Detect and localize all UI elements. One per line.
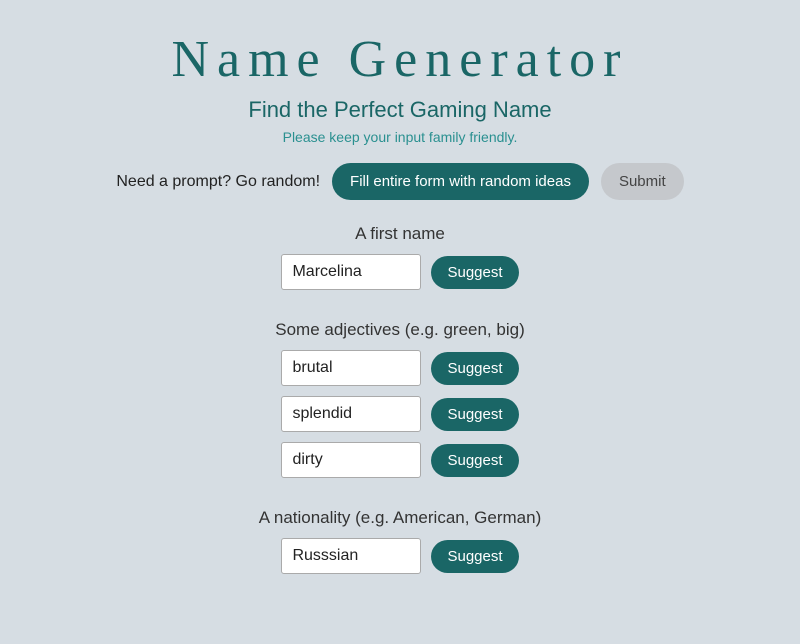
- input-row-1-2: Suggest: [281, 442, 518, 478]
- random-row: Need a prompt? Go random! Fill entire fo…: [116, 163, 683, 200]
- input-field-1-0[interactable]: [281, 350, 421, 386]
- form-sections: A first nameSuggestSome adjectives (e.g.…: [259, 224, 542, 604]
- suggest-button-0-0[interactable]: Suggest: [431, 256, 518, 289]
- suggest-button-2-0[interactable]: Suggest: [431, 540, 518, 573]
- form-section-0: A first name Suggest: [259, 224, 542, 300]
- input-row-1-0: Suggest: [281, 350, 518, 386]
- input-field-0-0[interactable]: [281, 254, 421, 290]
- input-field-2-0[interactable]: [281, 538, 421, 574]
- input-row-2-0: Suggest: [281, 538, 518, 574]
- form-section-2: A nationality (e.g. American, German) Sug…: [259, 508, 542, 584]
- suggest-button-1-2[interactable]: Suggest: [431, 444, 518, 477]
- family-friendly-text: Please keep your input family friendly.: [283, 129, 518, 145]
- input-field-1-1[interactable]: [281, 396, 421, 432]
- suggest-button-1-1[interactable]: Suggest: [431, 398, 518, 431]
- suggest-button-1-0[interactable]: Suggest: [431, 352, 518, 385]
- section-label-0: A first name: [355, 224, 445, 244]
- subtitle: Find the Perfect Gaming Name: [248, 97, 551, 123]
- input-row-0-0: Suggest: [281, 254, 518, 290]
- form-section-1: Some adjectives (e.g. green, big) Suggest…: [259, 320, 542, 488]
- fill-random-button[interactable]: Fill entire form with random ideas: [332, 163, 589, 200]
- page-title: Name Generator: [171, 30, 628, 89]
- submit-button[interactable]: Submit: [601, 163, 684, 200]
- section-label-1: Some adjectives (e.g. green, big): [275, 320, 524, 340]
- section-label-2: A nationality (e.g. American, German): [259, 508, 542, 528]
- input-field-1-2[interactable]: [281, 442, 421, 478]
- input-row-1-1: Suggest: [281, 396, 518, 432]
- prompt-text: Need a prompt? Go random!: [116, 173, 320, 191]
